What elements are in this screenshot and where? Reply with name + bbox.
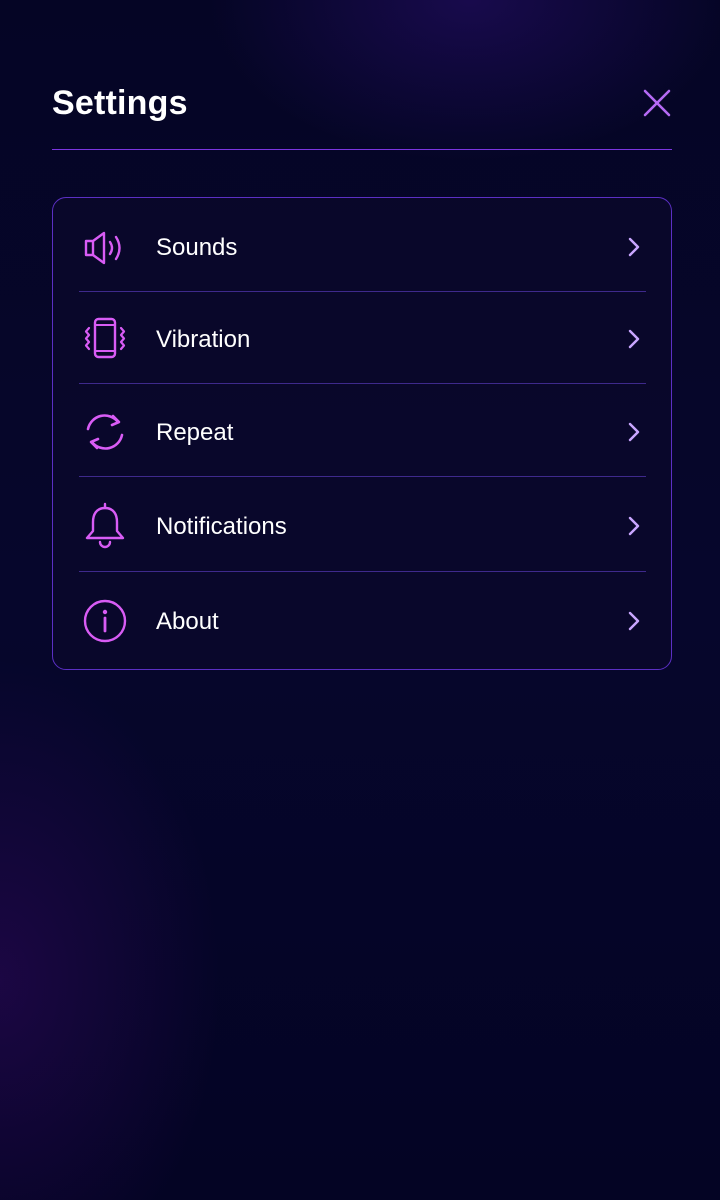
settings-item-sounds[interactable]: Sounds [79, 198, 646, 292]
info-icon [79, 595, 131, 647]
phone-vibrate-icon [79, 313, 131, 365]
chevron-right-icon [622, 327, 646, 351]
speaker-icon [79, 222, 131, 274]
settings-item-notifications[interactable]: Notifications [79, 477, 646, 572]
bell-icon [79, 500, 131, 552]
close-icon [643, 89, 671, 117]
settings-item-label: About [156, 608, 219, 635]
settings-header: Settings [52, 78, 672, 150]
repeat-icon [79, 406, 131, 458]
close-button[interactable] [642, 88, 672, 118]
settings-item-label: Repeat [156, 419, 234, 446]
settings-list: Sounds Vibration Repeat Notifications Ab… [52, 197, 672, 670]
chevron-right-icon [622, 609, 646, 633]
chevron-right-icon [622, 420, 646, 444]
settings-item-repeat[interactable]: Repeat [79, 384, 646, 477]
settings-screen: Settings Sounds Vibration Repeat Notific… [0, 0, 720, 1200]
chevron-right-icon [622, 235, 646, 259]
page-title: Settings [52, 84, 188, 122]
chevron-right-icon [622, 514, 646, 538]
settings-item-about[interactable]: About [79, 572, 646, 669]
settings-item-label: Vibration [156, 326, 251, 353]
settings-item-label: Notifications [156, 513, 287, 540]
settings-item-vibration[interactable]: Vibration [79, 292, 646, 384]
settings-item-label: Sounds [156, 234, 238, 261]
